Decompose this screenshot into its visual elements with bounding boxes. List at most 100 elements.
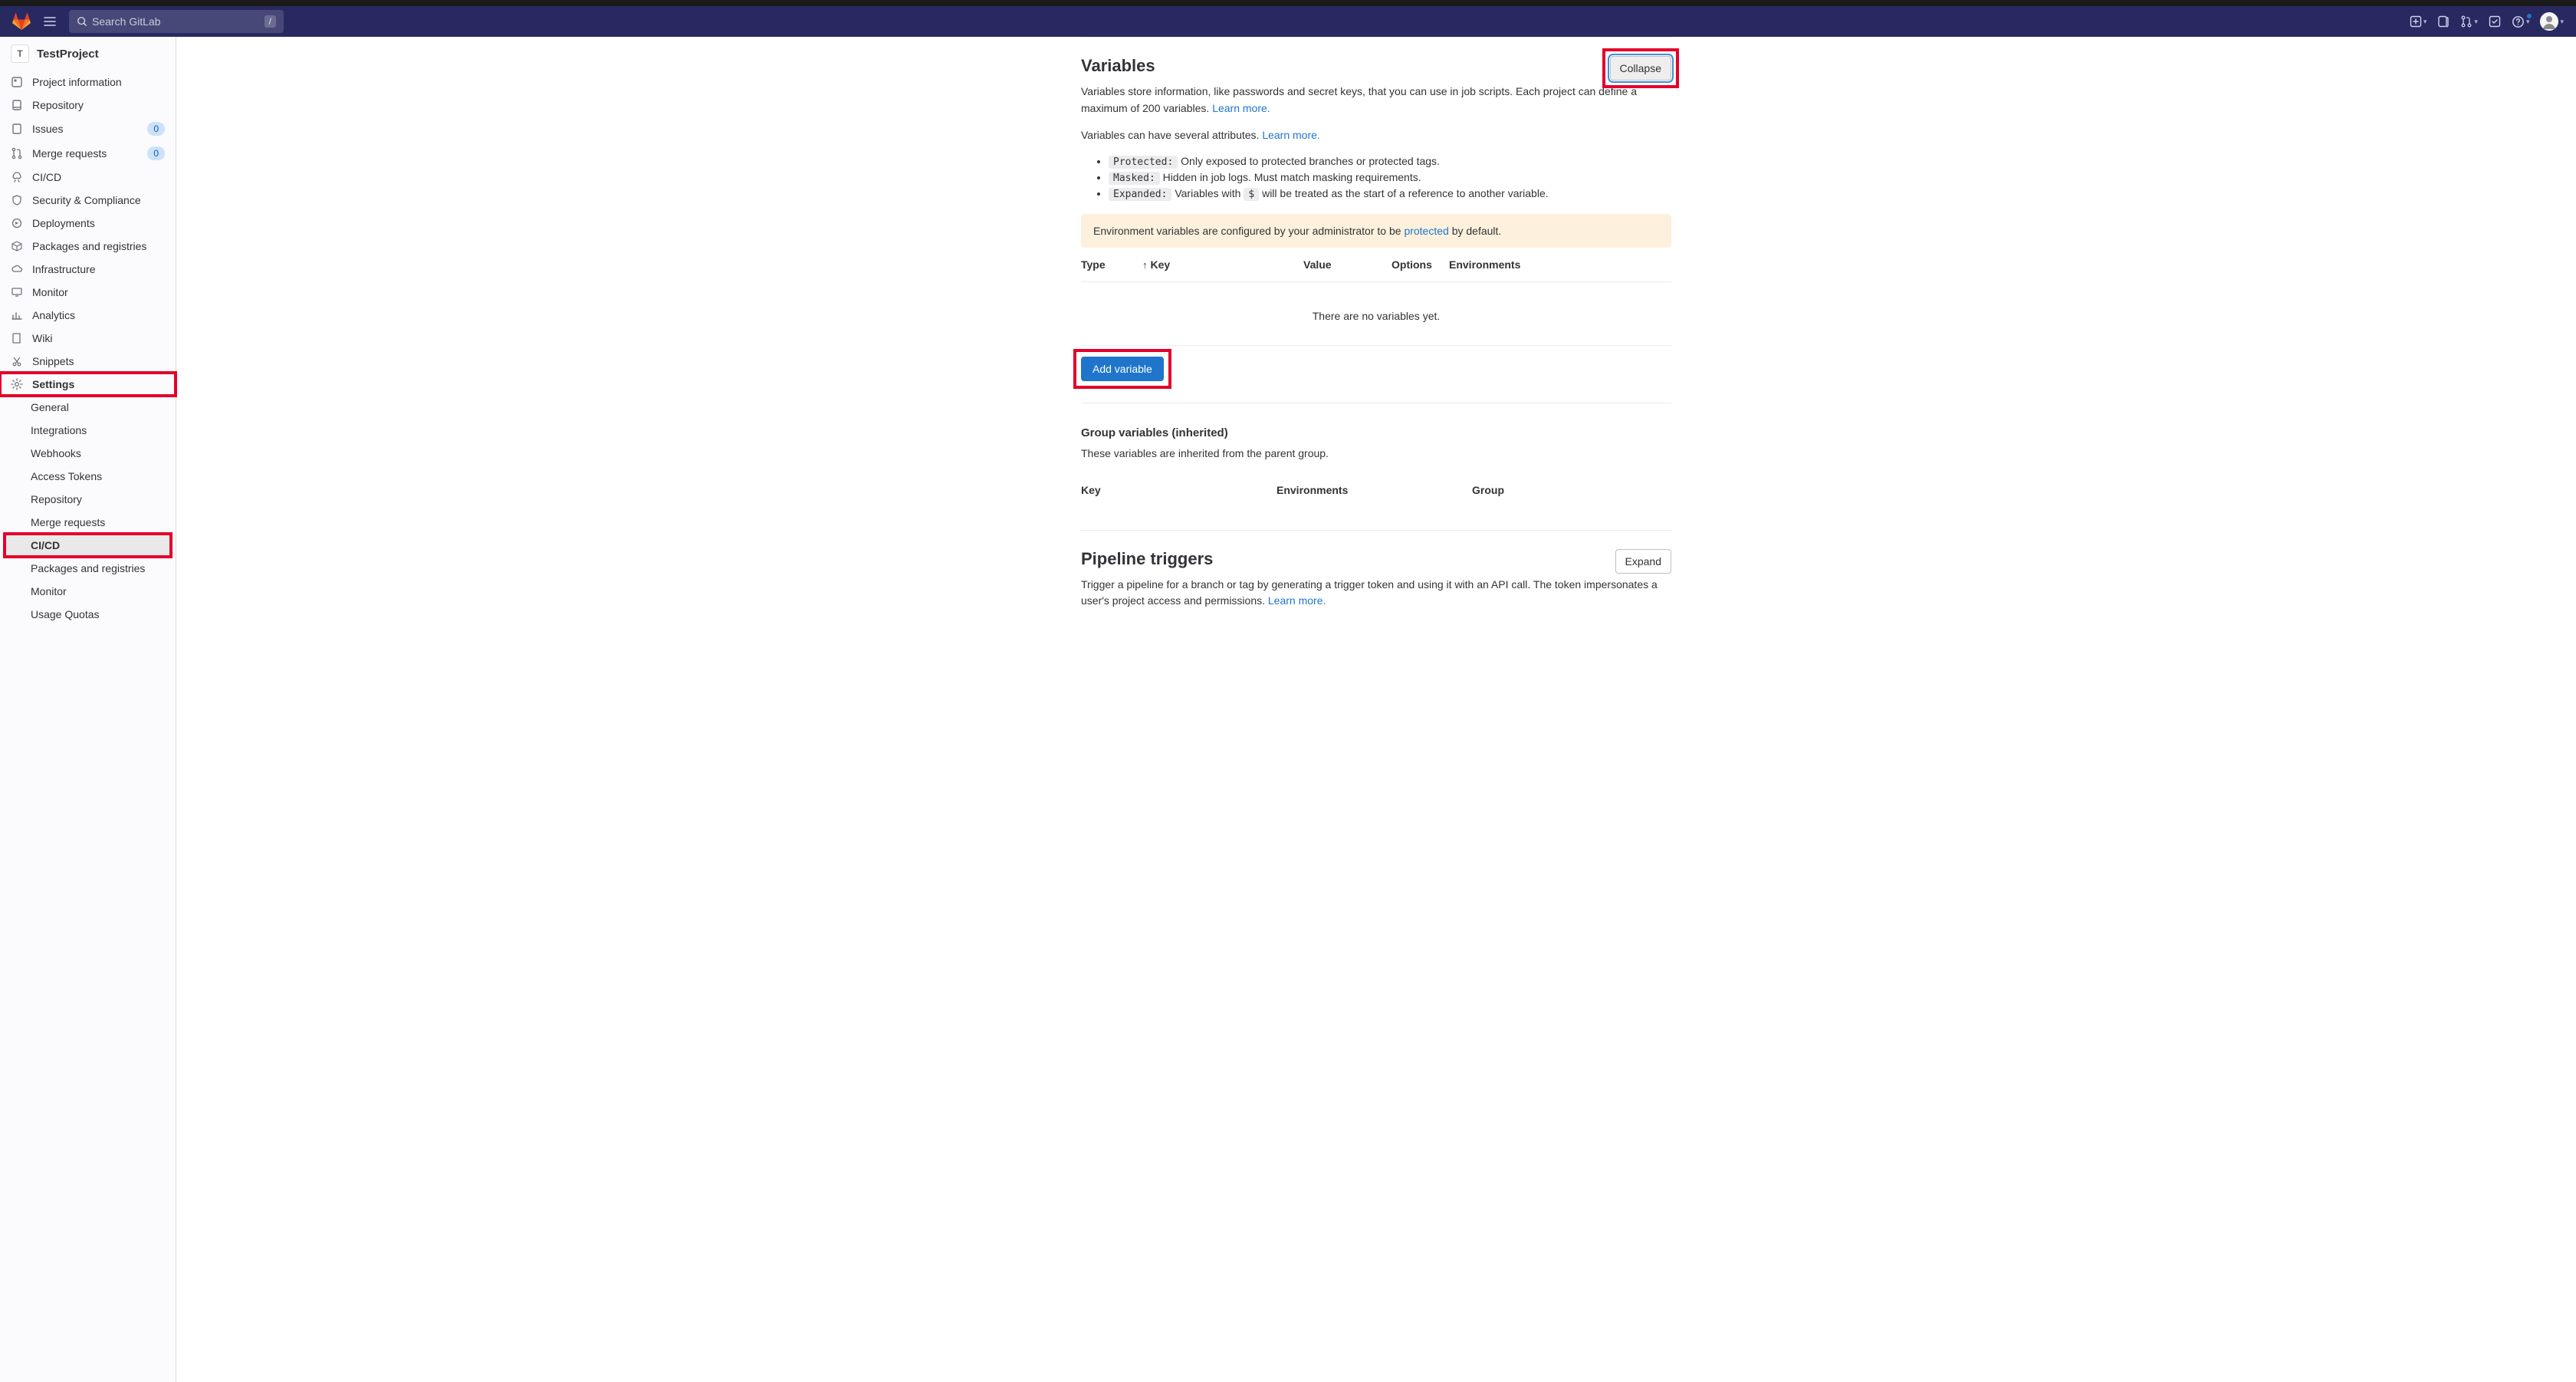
pipeline-triggers-title: Pipeline triggers — [1081, 549, 1213, 569]
sidebar-item-label: Deployments — [32, 217, 95, 229]
issues-icon[interactable] — [2437, 15, 2450, 28]
cloud-icon — [11, 263, 23, 275]
sidebar-sub-general[interactable]: General — [0, 396, 176, 419]
sidebar-sub-cicd[interactable]: CI/CD — [5, 534, 171, 557]
sidebar-item-label: Security & Compliance — [32, 194, 141, 206]
col-value[interactable]: Value — [1303, 258, 1392, 271]
sidebar-item-label: CI/CD — [32, 171, 61, 183]
triggers-learn-more-link[interactable]: Learn more. — [1268, 594, 1326, 607]
group-variables-table-head: Key Environments Group — [1081, 473, 1671, 507]
sidebar-item-project-info[interactable]: Project information — [0, 71, 176, 94]
group-variables-desc: These variables are inherited from the p… — [1081, 446, 1664, 462]
protected-tag: Protected: — [1109, 156, 1178, 169]
variables-description: Variables store information, like passwo… — [1081, 84, 1664, 117]
gcol-env[interactable]: Environments — [1276, 484, 1472, 496]
sidebar-item-wiki[interactable]: Wiki — [0, 327, 176, 350]
sidebar-item-label: Analytics — [32, 309, 75, 321]
sidebar-sub-webhooks[interactable]: Webhooks — [0, 442, 176, 465]
empty-variables-message: There are no variables yet. — [1081, 282, 1671, 345]
sidebar-item-merge-requests[interactable]: Merge requests 0 — [0, 141, 176, 166]
col-options[interactable]: Options — [1392, 258, 1449, 271]
gcol-group[interactable]: Group — [1472, 484, 1671, 496]
issues-sidebar-icon — [11, 123, 23, 135]
learn-more-attrs-link[interactable]: Learn more. — [1262, 129, 1319, 141]
group-variables-title: Group variables (inherited) — [1081, 426, 1671, 439]
sidebar-sub-packages[interactable]: Packages and registries — [0, 557, 176, 580]
search-icon — [77, 16, 87, 27]
variables-table: Type ↑Key Value Options Environments The… — [1081, 248, 1671, 403]
sidebar-item-repository[interactable]: Repository — [0, 94, 176, 117]
sidebar-item-label: Project information — [32, 76, 122, 88]
sidebar-sub-repository[interactable]: Repository — [0, 488, 176, 511]
avatar-icon — [2540, 12, 2558, 31]
col-type[interactable]: Type — [1081, 258, 1142, 271]
sidebar-sub-merge-requests[interactable]: Merge requests — [0, 511, 176, 534]
masked-tag: Masked: — [1109, 172, 1160, 185]
badge-count: 0 — [147, 122, 165, 136]
variables-attributes-intro: Variables can have several attributes. L… — [1081, 127, 1664, 144]
collapse-button[interactable]: Collapse — [1610, 56, 1671, 81]
sidebar-item-infrastructure[interactable]: Infrastructure — [0, 258, 176, 281]
sidebar-item-issues[interactable]: Issues 0 — [0, 117, 176, 141]
sidebar-item-security[interactable]: Security & Compliance — [0, 189, 176, 212]
expanded-tag: Expanded: — [1109, 188, 1171, 201]
gitlab-logo-icon[interactable] — [12, 12, 31, 31]
analytics-icon — [11, 309, 23, 321]
gcol-key[interactable]: Key — [1081, 484, 1276, 496]
protected-link[interactable]: protected — [1404, 225, 1448, 237]
sidebar-item-label: Snippets — [32, 355, 74, 367]
gear-icon — [11, 378, 23, 390]
monitor-icon — [11, 286, 23, 298]
search-box[interactable]: / — [69, 10, 284, 33]
sidebar-item-label: Packages and registries — [32, 240, 146, 252]
project-header[interactable]: T TestProject — [0, 37, 176, 71]
expand-button[interactable]: Expand — [1615, 549, 1671, 574]
sidebar-item-analytics[interactable]: Analytics — [0, 304, 176, 327]
col-key[interactable]: ↑Key — [1142, 258, 1303, 271]
pipeline-triggers-desc: Trigger a pipeline for a branch or tag b… — [1081, 577, 1664, 610]
shield-icon — [11, 194, 23, 206]
hamburger-icon[interactable] — [40, 12, 60, 31]
sidebar: T TestProject Project information Reposi… — [0, 37, 176, 1382]
sidebar-item-label: Settings — [32, 378, 74, 390]
sidebar-sub-access-tokens[interactable]: Access Tokens — [0, 465, 176, 488]
create-menu-icon[interactable]: ▾ — [2410, 15, 2427, 28]
package-icon — [11, 240, 23, 252]
sidebar-item-label: Repository — [32, 99, 84, 111]
scissors-icon — [11, 355, 23, 367]
sidebar-sub-usage-quotas[interactable]: Usage Quotas — [0, 603, 176, 626]
sidebar-item-label: Wiki — [32, 332, 52, 344]
user-menu[interactable]: ▾ — [2540, 12, 2564, 31]
merge-requests-icon[interactable]: ▾ — [2460, 15, 2478, 28]
sidebar-item-label: Merge requests — [32, 147, 107, 160]
sidebar-item-deployments[interactable]: Deployments — [0, 212, 176, 235]
help-icon[interactable]: ▾ — [2512, 15, 2530, 28]
variables-title: Variables — [1081, 56, 1155, 76]
rocket-icon — [11, 171, 23, 183]
sidebar-item-settings[interactable]: Settings — [0, 373, 176, 396]
sort-ascending-icon: ↑ — [1142, 259, 1148, 271]
col-environments[interactable]: Environments — [1449, 258, 1671, 271]
sidebar-item-packages[interactable]: Packages and registries — [0, 235, 176, 258]
mr-sidebar-icon — [11, 147, 23, 160]
sidebar-item-cicd[interactable]: CI/CD — [0, 166, 176, 189]
sidebar-sub-monitor[interactable]: Monitor — [0, 580, 176, 603]
search-input[interactable] — [92, 15, 264, 28]
todos-icon[interactable] — [2489, 15, 2501, 28]
sidebar-item-snippets[interactable]: Snippets — [0, 350, 176, 373]
pipeline-triggers-section: Pipeline triggers Expand Trigger a pipel… — [1081, 530, 1671, 610]
sidebar-item-monitor[interactable]: Monitor — [0, 281, 176, 304]
book-icon — [11, 332, 23, 344]
repo-icon — [11, 99, 23, 111]
variable-attributes-list: Protected: Only exposed to protected bra… — [1109, 155, 1671, 200]
learn-more-link[interactable]: Learn more. — [1212, 102, 1270, 114]
main-content: Variables Collapse Variables store infor… — [176, 37, 2576, 1382]
info-icon — [11, 76, 23, 88]
deploy-icon — [11, 217, 23, 229]
sidebar-sub-integrations[interactable]: Integrations — [0, 419, 176, 442]
sidebar-item-label: Issues — [32, 123, 63, 135]
protected-default-alert: Environment variables are configured by … — [1081, 214, 1671, 248]
add-variable-button[interactable]: Add variable — [1081, 357, 1164, 381]
project-avatar: T — [11, 44, 29, 63]
project-name: TestProject — [37, 48, 99, 61]
